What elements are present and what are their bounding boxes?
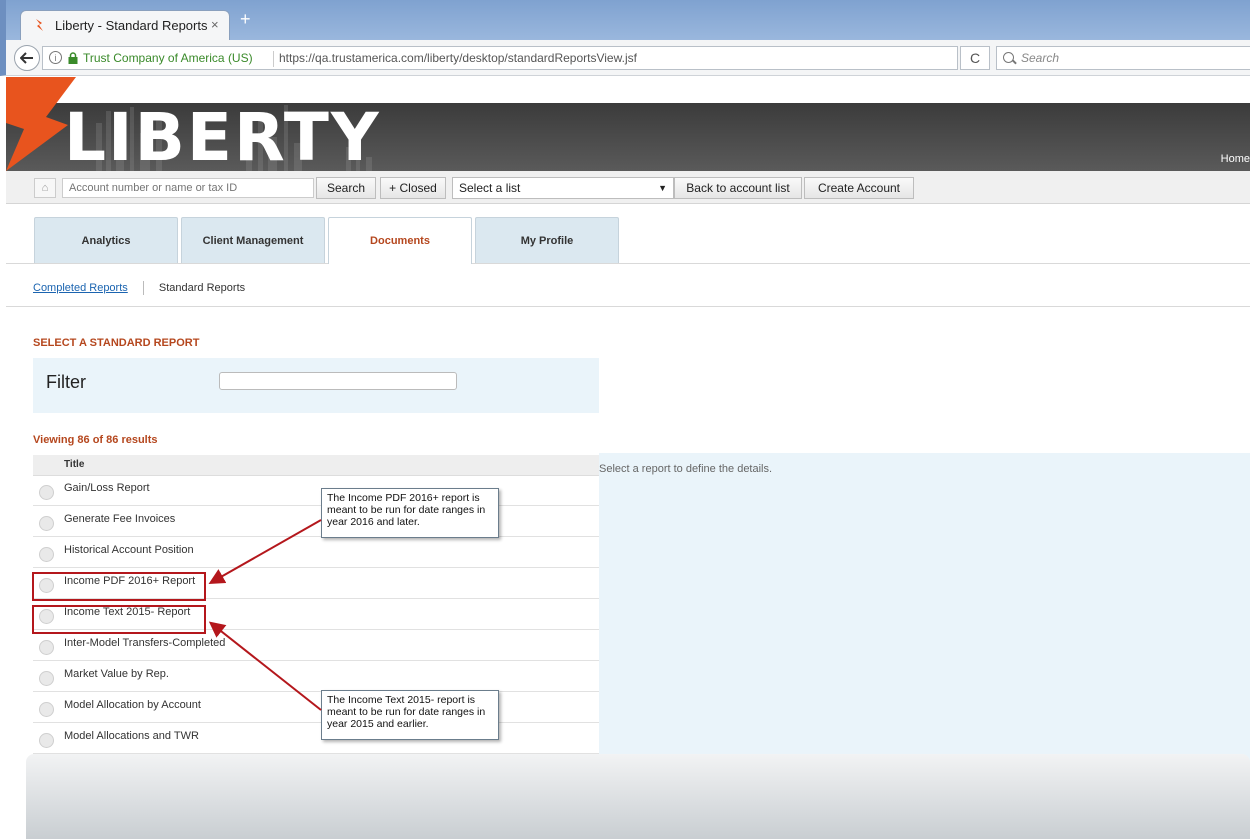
tab-client-management[interactable]: Client Management — [181, 217, 325, 263]
list-item[interactable]: Inter-Model Transfers-Completed — [33, 630, 599, 661]
close-tab-icon[interactable]: × — [211, 17, 219, 32]
report-label: Model Allocations and TWR — [64, 730, 199, 742]
logo-text: LIBERTY — [64, 99, 381, 176]
filter-input[interactable] — [219, 372, 457, 390]
title-column-header[interactable]: Title — [64, 459, 84, 470]
report-label: Generate Fee Invoices — [64, 513, 176, 525]
browser-search-field[interactable]: Search — [996, 46, 1250, 70]
list-item[interactable]: Market Value by Rep. — [33, 661, 599, 692]
tab-analytics[interactable]: Analytics — [34, 217, 178, 263]
filter-label: Filter — [46, 372, 86, 392]
completed-reports-link[interactable]: Completed Reports — [33, 282, 128, 294]
address-bar[interactable]: i Trust Company of America (US) https://… — [42, 46, 958, 70]
highlight-income-pdf — [32, 572, 206, 601]
home-link[interactable]: Home — [1221, 153, 1250, 165]
report-radio[interactable] — [39, 485, 54, 500]
select-list-dropdown[interactable]: Select a list ▼ — [452, 177, 674, 199]
url-divider — [273, 51, 274, 67]
list-item[interactable]: Model Allocations and TWR — [33, 723, 599, 754]
list-item[interactable]: Gain/Loss Report — [33, 475, 599, 506]
report-radio[interactable] — [39, 516, 54, 531]
header-banner: LIBERTY Home — [6, 77, 1250, 171]
select-list-value: Select a list — [459, 181, 521, 195]
account-search-input[interactable] — [62, 178, 314, 198]
app-area: LIBERTY Home ⌂ Search + Closed Select a … — [6, 77, 1250, 839]
browser-tab-title: Liberty - Standard Reports — [55, 18, 208, 33]
url-text[interactable]: https://qa.trustamerica.com/liberty/desk… — [279, 47, 637, 69]
sub-navigation: Completed Reports Standard Reports — [33, 281, 245, 295]
report-radio[interactable] — [39, 733, 54, 748]
details-hint: Select a report to define the details. — [599, 463, 773, 475]
info-icon[interactable]: i — [49, 51, 62, 64]
results-count: Viewing 86 of 86 results — [33, 434, 158, 446]
back-to-account-list-button[interactable]: Back to account list — [674, 177, 802, 199]
browser-tab-bar: Liberty - Standard Reports × + — [0, 0, 1250, 40]
subnav-divider — [142, 281, 144, 295]
standard-reports-current: Standard Reports — [158, 281, 246, 294]
report-label: Model Allocation by Account — [64, 699, 201, 711]
bottom-overlay-bar — [26, 754, 1250, 839]
lock-icon — [68, 52, 78, 64]
browser-nav-bar: i Trust Company of America (US) https://… — [0, 40, 1250, 76]
divider — [6, 306, 1250, 307]
tab-my-profile[interactable]: My Profile — [475, 217, 619, 263]
report-radio[interactable] — [39, 547, 54, 562]
report-list-header: Title — [33, 455, 599, 476]
callout-income-text: The Income Text 2015- report is meant to… — [321, 690, 499, 740]
list-item[interactable]: Model Allocation by Account — [33, 692, 599, 723]
report-radio[interactable] — [39, 640, 54, 655]
closed-toggle-button[interactable]: + Closed — [380, 177, 446, 199]
report-label: Gain/Loss Report — [64, 482, 150, 494]
list-item[interactable]: Generate Fee Invoices — [33, 506, 599, 537]
browser-search-placeholder: Search — [1021, 51, 1060, 65]
search-button[interactable]: Search — [316, 177, 376, 199]
search-icon — [1003, 52, 1014, 63]
highlight-income-text — [32, 605, 206, 634]
reload-icon[interactable]: C — [960, 46, 990, 70]
home-icon[interactable]: ⌂ — [34, 178, 56, 198]
site-identity: Trust Company of America (US) — [83, 51, 253, 65]
section-title: SELECT A STANDARD REPORT — [33, 337, 200, 349]
account-toolbar: ⌂ Search + Closed Select a list ▼ Back t… — [6, 171, 1250, 204]
callout-income-pdf: The Income PDF 2016+ report is meant to … — [321, 488, 499, 538]
new-tab-icon[interactable]: + — [240, 9, 251, 30]
chevron-down-icon: ▼ — [658, 183, 667, 193]
report-radio[interactable] — [39, 702, 54, 717]
main-tabs: Analytics Client Management Documents My… — [6, 217, 1250, 264]
report-label: Market Value by Rep. — [64, 668, 169, 680]
filter-panel: Filter — [33, 358, 599, 413]
back-arrow-icon[interactable] — [14, 45, 40, 71]
liberty-favicon-icon — [36, 19, 43, 31]
list-item[interactable]: Historical Account Position — [33, 537, 599, 568]
tab-documents[interactable]: Documents — [328, 217, 472, 264]
report-label: Inter-Model Transfers-Completed — [64, 637, 226, 649]
report-label: Historical Account Position — [64, 544, 194, 556]
create-account-button[interactable]: Create Account — [804, 177, 914, 199]
browser-tab[interactable]: Liberty - Standard Reports × — [20, 10, 230, 40]
report-radio[interactable] — [39, 671, 54, 686]
